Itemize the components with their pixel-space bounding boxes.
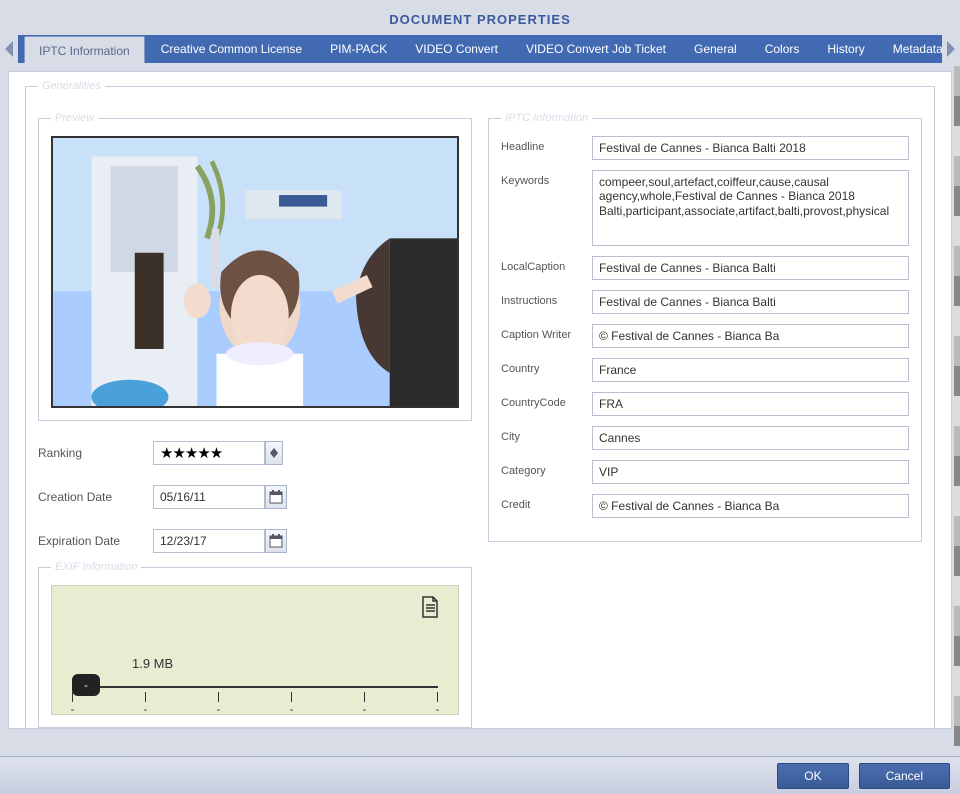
dialog-title: DOCUMENT PROPERTIES [0, 0, 960, 35]
expiration-date-input[interactable] [153, 529, 265, 553]
tab-video-convert[interactable]: VIDEO Convert [401, 35, 512, 63]
tab-general[interactable]: General [680, 35, 751, 63]
credit-label: Credit [501, 494, 586, 511]
tick: - [437, 692, 438, 702]
city-label: City [501, 426, 586, 443]
country-label: Country [501, 358, 586, 375]
localcaption-label: LocalCaption [501, 256, 586, 273]
credit-input[interactable] [592, 494, 909, 518]
exif-legend: EXIF Information [51, 561, 141, 573]
headline-input[interactable] [592, 136, 909, 160]
country-input[interactable] [592, 358, 909, 382]
expiration-date-calendar-icon[interactable] [265, 529, 287, 553]
localcaption-input[interactable] [592, 256, 909, 280]
captionwriter-input[interactable] [592, 324, 909, 348]
instructions-input[interactable] [592, 290, 909, 314]
exif-group: EXIF Information 1.9 MB - - [38, 561, 472, 728]
category-input[interactable] [592, 460, 909, 484]
tab-colors[interactable]: Colors [751, 35, 814, 63]
preview-legend: Preview [51, 112, 98, 124]
captionwriter-label: Caption Writer [501, 324, 586, 341]
tab-history[interactable]: History [813, 35, 878, 63]
generalities-legend: Generalities [38, 80, 105, 92]
tick: - [218, 692, 219, 702]
tick: - [291, 692, 292, 702]
preview-group: Preview [38, 112, 472, 421]
exif-chart: 1.9 MB - - - - - - - [51, 585, 459, 715]
tab-pim-pack[interactable]: PIM-PACK [316, 35, 401, 63]
instructions-label: Instructions [501, 290, 586, 307]
expiration-date-label: Expiration Date [38, 534, 153, 548]
ok-button[interactable]: OK [777, 763, 848, 789]
cancel-button[interactable]: Cancel [859, 763, 950, 789]
obscured-thumbnails [954, 66, 960, 746]
creation-date-input[interactable] [153, 485, 265, 509]
tick: - [364, 692, 365, 702]
generalities-group: Generalities Preview [25, 80, 935, 729]
exif-size: 1.9 MB [132, 656, 173, 671]
tick: - [145, 692, 146, 702]
tabbar: IPTC Information Creative Common License… [18, 35, 942, 63]
tab-scroll-left-icon[interactable] [0, 35, 18, 63]
keywords-input[interactable]: compeer,soul,artefact,coiffeur,cause,cau… [592, 170, 909, 246]
ranking-label: Ranking [38, 446, 153, 460]
tick: - [72, 692, 73, 702]
creation-date-label: Creation Date [38, 490, 153, 504]
document-icon[interactable] [420, 596, 440, 618]
countrycode-input[interactable] [592, 392, 909, 416]
tab-creative-common-license[interactable]: Creative Common License [147, 35, 316, 63]
tab-video-convert-job-ticket[interactable]: VIDEO Convert Job Ticket [512, 35, 680, 63]
creation-date-calendar-icon[interactable] [265, 485, 287, 509]
dialog-footer: OK Cancel [0, 756, 960, 794]
tab-scroll-right-icon[interactable] [942, 35, 960, 63]
iptc-legend: IPTC Information [501, 112, 592, 124]
iptc-group: IPTC Information Headline Keywords compe… [488, 112, 922, 542]
tab-iptc-information[interactable]: IPTC Information [24, 36, 145, 63]
preview-image [51, 136, 459, 408]
category-label: Category [501, 460, 586, 477]
tab-metadata[interactable]: Metadata [879, 35, 942, 63]
city-input[interactable] [592, 426, 909, 450]
ranking-value: ★★★★★ [153, 441, 265, 465]
countrycode-label: CountryCode [501, 392, 586, 409]
headline-label: Headline [501, 136, 586, 153]
ranking-spinner[interactable] [265, 441, 283, 465]
main-panel: Generalities Preview [8, 71, 952, 729]
keywords-label: Keywords [501, 170, 586, 187]
